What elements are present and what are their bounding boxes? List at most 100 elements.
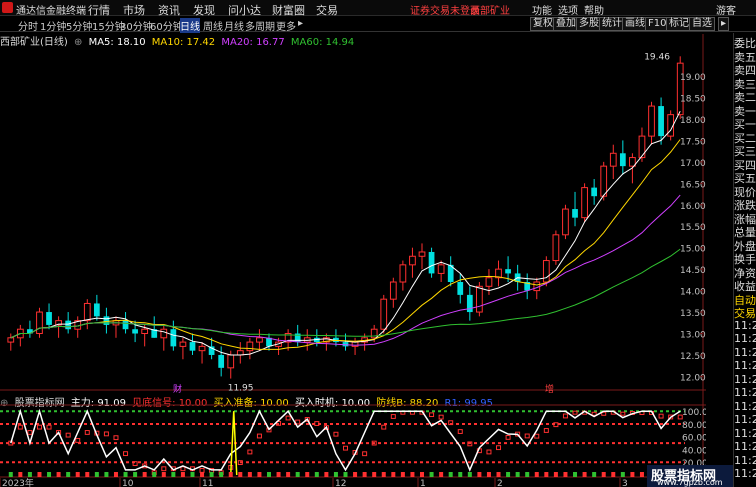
candle-body-down	[428, 251, 435, 274]
period-tab-30min[interactable]: 30分钟	[120, 18, 153, 33]
sub-bottom-bar	[410, 472, 415, 477]
menu-help[interactable]: 帮助	[584, 2, 604, 17]
sub-bottom-bar	[305, 472, 310, 477]
sub-bottom-bar	[333, 472, 338, 477]
sub-bottom-bar	[257, 472, 262, 477]
sub-red-bar	[17, 424, 23, 430]
period-tab-5min[interactable]: 5分钟	[66, 18, 92, 33]
sub-bottom-bar	[314, 472, 319, 477]
sub-bottom-bar	[123, 472, 128, 477]
period-tab-more[interactable]: 更多	[276, 18, 296, 33]
period-tab-daily[interactable]: 日线	[180, 18, 200, 33]
kline-chart[interactable]: 19.00 18.50 18.00 17.50 17.00 16.50 16.00 15.50…	[0, 34, 706, 487]
candle-body-up	[476, 285, 483, 313]
tool-favorite-button[interactable]: 自选	[689, 17, 715, 31]
sub-bottom-bar	[85, 472, 90, 477]
sub-bottom-bar	[266, 472, 271, 477]
sub-bottom-bar	[190, 472, 195, 477]
candle-body-up	[141, 328, 149, 335]
current-stock-name: 西部矿业	[470, 6, 510, 17]
ma5-line	[10, 110, 681, 356]
menu-item-wealth[interactable]: 财富圈	[272, 2, 305, 18]
sub-bottom-bar	[525, 472, 530, 477]
candle-body-up	[609, 152, 617, 167]
more-tools-icon[interactable]: ▸	[718, 17, 730, 31]
quote-panel-label: 11:2	[734, 453, 756, 467]
price-tick-label: 12.00	[680, 373, 706, 383]
menu-item-hq[interactable]: 行情	[88, 2, 110, 18]
price-tick-label: 15.00	[680, 245, 706, 255]
price-tick-label: 14.00	[680, 288, 706, 298]
candle-body-down	[619, 153, 626, 167]
candle-body-up	[485, 277, 493, 287]
sub-bottom-bar	[113, 472, 118, 477]
candle-body-down	[218, 354, 225, 368]
sub-red-bar	[505, 434, 511, 440]
period-tab-multi[interactable]: 多周期	[245, 18, 275, 33]
sub-bottom-bar	[152, 472, 157, 477]
date-tick-label: 10	[122, 479, 134, 487]
sub-bottom-bar	[582, 472, 587, 477]
sub-bottom-bar	[324, 472, 329, 477]
sub-bottom-bar	[161, 472, 166, 477]
menu-item-news[interactable]: 资讯	[158, 2, 180, 18]
menu-function[interactable]: 功能	[532, 2, 552, 17]
sub-bottom-bar	[467, 472, 472, 477]
menu-item-trade[interactable]: 交易	[316, 2, 338, 18]
sub-red-bar	[496, 445, 502, 451]
date-tick-label: 3	[622, 479, 628, 487]
sub-bottom-bar	[247, 472, 252, 477]
candle-body-up	[600, 165, 608, 197]
sub-red-bar	[362, 451, 368, 457]
candle-body-up	[409, 255, 416, 266]
low-price-marker: 11.95	[228, 384, 254, 394]
period-tab-60min[interactable]: 60分钟	[150, 18, 183, 33]
price-tick-label: 16.50	[680, 180, 706, 190]
candle-body-down	[122, 320, 129, 330]
sub-red-bar	[103, 431, 109, 437]
sub-bottom-bar	[104, 472, 109, 477]
quote-panel-label: 11:2	[734, 359, 756, 372]
candle-body-up	[676, 62, 684, 116]
sub-bottom-bar	[534, 472, 539, 477]
sub-bottom-bar	[8, 472, 13, 477]
sub-red-bar	[36, 424, 42, 430]
sub-red-bar	[429, 412, 435, 418]
sub-red-bar	[333, 431, 339, 437]
date-tick-label: 11	[202, 479, 213, 487]
menu-item-ask[interactable]: 问小达	[228, 2, 261, 18]
price-tick-label: 17.00	[680, 159, 706, 169]
candlesticks	[7, 56, 684, 379]
price-tick-label: 14.50	[680, 266, 706, 276]
period-tab-monthly[interactable]: 月线	[224, 18, 244, 33]
candle-body-up	[581, 187, 588, 219]
sub-red-bar	[438, 414, 444, 420]
sub-bottom-bar	[219, 472, 224, 477]
sub-bottom-bar	[630, 472, 635, 477]
period-tab-weekly[interactable]: 周线	[203, 18, 223, 33]
sub-bottom-bar	[496, 472, 501, 477]
menu-item-discover[interactable]: 发现	[193, 2, 215, 18]
price-tick-label: 15.50	[680, 223, 706, 233]
moving-averages	[10, 110, 681, 356]
sub-bottom-bar	[133, 472, 138, 477]
guest-label[interactable]: 游客	[716, 2, 736, 17]
period-toolbar: 分时 1分钟 5分钟 15分钟 30分钟 60分钟 日线 周线 月线 多周期 更…	[0, 17, 756, 33]
more-arrow-icon[interactable]: ▸	[298, 18, 303, 29]
sub-bottom-bar	[200, 472, 205, 477]
candle-body-down	[658, 106, 664, 137]
menu-options[interactable]: 选项	[558, 2, 578, 17]
candle-body-up	[418, 251, 426, 257]
candle-body-up	[160, 328, 168, 339]
quote-panel-label: 11:2	[734, 440, 756, 453]
menu-item-market[interactable]: 市场	[123, 2, 145, 18]
period-tab-timeshare[interactable]: 分时	[18, 18, 38, 33]
period-tab-1min[interactable]: 1分钟	[40, 18, 66, 33]
sub-bottom-bar	[611, 472, 616, 477]
price-tick-label: 16.00	[680, 202, 706, 212]
sub-red-bar	[180, 466, 186, 472]
app-logo-icon	[2, 2, 13, 13]
chart-grid	[0, 34, 706, 487]
sub-bottom-bar	[142, 472, 147, 477]
watermark-url: www.7gpzb.com	[657, 478, 723, 487]
